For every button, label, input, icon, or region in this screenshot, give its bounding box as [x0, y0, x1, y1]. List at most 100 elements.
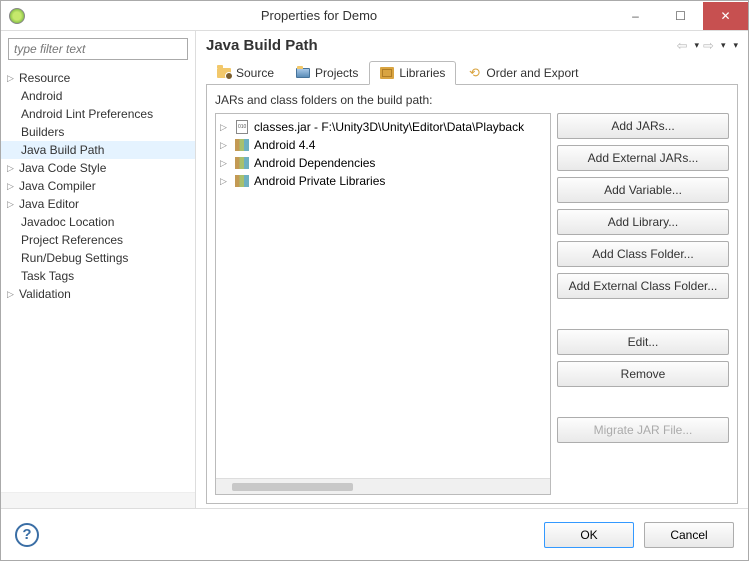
sidebar-item-label: Run/Debug Settings [21, 251, 128, 265]
library-stack-icon [234, 139, 250, 151]
add-external-class-folder-button[interactable]: Add External Class Folder... [557, 273, 729, 299]
tab-body: JARs and class folders on the build path… [206, 85, 738, 504]
library-item-label: Android Dependencies [254, 156, 375, 170]
library-item[interactable]: ▷ classes.jar - F:\Unity3D\Unity\Editor\D… [218, 118, 548, 136]
order-export-icon: ⟲ [467, 66, 481, 80]
tab-label: Order and Export [486, 66, 578, 80]
footer: ? OK Cancel [1, 508, 748, 560]
sidebar-item-label: Android [21, 89, 62, 103]
sidebar-item-label: Android Lint Preferences [21, 107, 153, 121]
jar-icon [234, 120, 250, 134]
sidebar-item-run-debug-settings[interactable]: Run/Debug Settings [1, 249, 195, 267]
tree-expand-icon[interactable]: ▷ [220, 140, 230, 151]
sidebar-item-label: Java Compiler [19, 179, 96, 193]
view-menu-icon[interactable]: ▾ [733, 40, 738, 51]
tree-expand-icon[interactable]: ▷ [7, 73, 19, 84]
tree-expand-icon[interactable]: ▷ [7, 181, 19, 192]
tree-expand-icon[interactable]: ▷ [7, 199, 19, 210]
sidebar-scrollbar[interactable] [1, 492, 195, 508]
library-stack-icon [234, 175, 250, 187]
app-icon [9, 8, 25, 24]
minimize-button[interactable]: – [613, 2, 658, 30]
window-controls: – ☐ ✕ [613, 2, 748, 30]
tab-label: Libraries [399, 66, 445, 80]
library-item-label: Android Private Libraries [254, 174, 385, 188]
sidebar-item-label: Validation [19, 287, 71, 301]
tab-label: Projects [315, 66, 358, 80]
filter-input[interactable] [8, 38, 188, 60]
category-tree[interactable]: ▷ResourceAndroidAndroid Lint Preferences… [1, 67, 195, 492]
sidebar-item-label: Builders [21, 125, 64, 139]
library-item[interactable]: ▷ Android Dependencies [218, 154, 548, 172]
library-item[interactable]: ▷ Android 4.4 [218, 136, 548, 154]
tree-expand-icon[interactable]: ▷ [7, 289, 19, 300]
add-library-button[interactable]: Add Library... [557, 209, 729, 235]
sidebar-item-label: Task Tags [21, 269, 74, 283]
add-class-folder-button[interactable]: Add Class Folder... [557, 241, 729, 267]
remove-button[interactable]: Remove [557, 361, 729, 387]
titlebar: Properties for Demo – ☐ ✕ [1, 1, 748, 31]
sidebar-item-label: Javadoc Location [21, 215, 114, 229]
libraries-row: ▷ classes.jar - F:\Unity3D\Unity\Editor\D… [215, 113, 729, 495]
add-variable-button[interactable]: Add Variable... [557, 177, 729, 203]
tab-libraries[interactable]: Libraries [369, 61, 456, 85]
tab-source[interactable]: Source [206, 61, 285, 85]
source-folder-icon [217, 66, 231, 80]
forward-menu-icon[interactable]: ▾ [721, 40, 726, 51]
libraries-tree[interactable]: ▷ classes.jar - F:\Unity3D\Unity\Editor\D… [216, 114, 550, 478]
sidebar-item-builders[interactable]: Builders [1, 123, 195, 141]
project-folder-icon [296, 66, 310, 80]
migrate-jar-file-button: Migrate JAR File... [557, 417, 729, 443]
sidebar-item-android-lint-preferences[interactable]: Android Lint Preferences [1, 105, 195, 123]
add-jars-button[interactable]: Add JARs... [557, 113, 729, 139]
page-title: Java Build Path [206, 37, 675, 54]
sidebar-item-android[interactable]: Android [1, 87, 195, 105]
sidebar-item-label: Java Editor [19, 197, 79, 211]
main-header: Java Build Path ⇦▾ ⇨▾ ▾ [206, 37, 738, 54]
back-menu-icon[interactable]: ▾ [695, 40, 700, 51]
forward-arrow-icon[interactable]: ⇨ [701, 38, 716, 54]
tab-projects[interactable]: Projects [285, 61, 369, 85]
sidebar-item-label: Java Build Path [21, 143, 104, 157]
sidebar-item-label: Resource [19, 71, 70, 85]
libraries-hscrollbar[interactable] [216, 478, 550, 494]
main-panel: Java Build Path ⇦▾ ⇨▾ ▾ SourceProjectsLi… [196, 31, 748, 508]
libraries-tree-container: ▷ classes.jar - F:\Unity3D\Unity\Editor\D… [215, 113, 551, 495]
add-external-jars-button[interactable]: Add External JARs... [557, 145, 729, 171]
sidebar-item-validation[interactable]: ▷Validation [1, 285, 195, 303]
sidebar-item-project-references[interactable]: Project References [1, 231, 195, 249]
sidebar-item-java-editor[interactable]: ▷Java Editor [1, 195, 195, 213]
sidebar-item-task-tags[interactable]: Task Tags [1, 267, 195, 285]
nav-arrows: ⇦▾ ⇨▾ ▾ [675, 38, 738, 54]
sidebar-item-label: Project References [21, 233, 123, 247]
window-title: Properties for Demo [25, 8, 613, 23]
ok-button[interactable]: OK [544, 522, 634, 548]
sidebar-item-java-compiler[interactable]: ▷Java Compiler [1, 177, 195, 195]
tree-expand-icon[interactable]: ▷ [220, 176, 230, 187]
library-item-label: Android 4.4 [254, 138, 315, 152]
content-area: ▷ResourceAndroidAndroid Lint Preferences… [1, 31, 748, 508]
sidebar-item-label: Java Code Style [19, 161, 106, 175]
sidebar-item-java-code-style[interactable]: ▷Java Code Style [1, 159, 195, 177]
help-icon[interactable]: ? [15, 523, 39, 547]
edit-button[interactable]: Edit... [557, 329, 729, 355]
libraries-description: JARs and class folders on the build path… [215, 93, 729, 107]
cancel-button[interactable]: Cancel [644, 522, 734, 548]
back-arrow-icon[interactable]: ⇦ [675, 38, 690, 54]
tab-label: Source [236, 66, 274, 80]
sidebar-item-javadoc-location[interactable]: Javadoc Location [1, 213, 195, 231]
tab-bar: Source Projects Libraries ⟲ Order and Export [206, 60, 738, 85]
tab-order-and-export[interactable]: ⟲ Order and Export [456, 61, 589, 85]
tree-expand-icon[interactable]: ▷ [220, 122, 230, 133]
sidebar-item-resource[interactable]: ▷Resource [1, 69, 195, 87]
tree-expand-icon[interactable]: ▷ [220, 158, 230, 169]
maximize-button[interactable]: ☐ [658, 2, 703, 30]
library-item-label: classes.jar - F:\Unity3D\Unity\Editor\Da… [254, 120, 524, 134]
close-button[interactable]: ✕ [703, 2, 748, 30]
library-icon [380, 66, 394, 80]
button-column: Add JARs... Add External JARs... Add Varia… [557, 113, 729, 495]
sidebar-item-java-build-path[interactable]: Java Build Path [1, 141, 195, 159]
sidebar: ▷ResourceAndroidAndroid Lint Preferences… [1, 31, 196, 508]
library-item[interactable]: ▷ Android Private Libraries [218, 172, 548, 190]
tree-expand-icon[interactable]: ▷ [7, 163, 19, 174]
